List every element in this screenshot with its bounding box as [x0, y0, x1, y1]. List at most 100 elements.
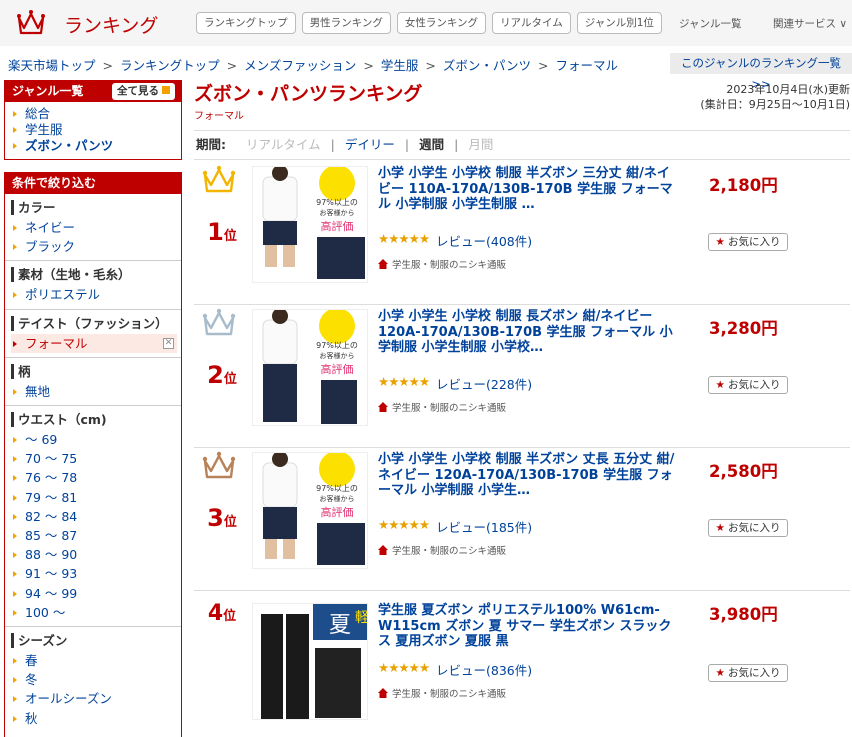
filter-item[interactable]: ブラック	[11, 237, 177, 256]
logo-text[interactable]: ランキング	[64, 11, 158, 38]
filter-item[interactable]: 冬	[11, 670, 177, 689]
product-title-link[interactable]: 小学 小学生 小学校 制服 半ズボン 丈長 五分丈 紺/ネイビー 120A-17…	[378, 452, 680, 499]
genre-item[interactable]: 総合	[13, 106, 175, 122]
favorite-button[interactable]: ★ お気に入り	[708, 664, 788, 682]
shop-link[interactable]: 学生服・制服のニシキ通販	[378, 686, 506, 700]
product-title-link[interactable]: 学生服 夏ズボン ポリエステル100% W61cm-W115cm ズボン 夏 サ…	[378, 603, 680, 650]
rank-number: 3位	[207, 504, 237, 532]
rating-stars: ★★★★★	[378, 374, 430, 389]
svg-text:97%以上の: 97%以上の	[316, 341, 358, 350]
nav-men-ranking[interactable]: 男性ランキング	[301, 12, 391, 34]
filter-item[interactable]: 76 ～ 78	[11, 468, 177, 487]
product-image[interactable]: 夏 軽	[252, 603, 368, 720]
filter-title: カラー	[11, 200, 177, 215]
nav-women-ranking[interactable]: 女性ランキング	[396, 12, 487, 34]
product-image[interactable]: 97%以上の お客様から 高評価	[252, 166, 368, 283]
genre-ranking-list-link[interactable]: このジャンルのランキング一覧 >>	[670, 53, 852, 91]
product-price: 2,580円	[709, 462, 778, 481]
rating-stars: ★★★★★	[378, 660, 430, 675]
ranking-item: 4位 夏 軽 学生服 夏ズボン ポリエステル100% W61cm-W115cm …	[194, 591, 850, 734]
breadcrumb-item[interactable]: ランキングトップ	[120, 58, 220, 73]
filter-item[interactable]: オールシーズン	[11, 689, 177, 708]
nav-genre-list[interactable]: ジャンル一覧	[679, 16, 741, 31]
filter-item[interactable]: 88 ～ 90	[11, 545, 177, 564]
shop-link[interactable]: 学生服・制服のニシキ通販	[378, 257, 506, 271]
filter-item[interactable]: 79 ～ 81	[11, 488, 177, 507]
svg-text:97%以上の: 97%以上の	[316, 484, 358, 493]
product-image[interactable]: 97%以上の お客様から 高評価	[252, 452, 368, 569]
svg-text:お客様から: お客様から	[320, 351, 355, 360]
filter-item[interactable]: 100 ～	[11, 603, 177, 622]
svg-text:97%以上の: 97%以上の	[316, 198, 358, 207]
review-link[interactable]: レビュー(836件)	[436, 660, 532, 679]
product-price: 2,180円	[709, 176, 778, 195]
rating-stars: ★★★★★	[378, 517, 430, 532]
filter-box-header: 条件で絞り込む	[5, 173, 181, 194]
updated-info: 2023年10月4日(水)更新 (集計日：9月25日～10月1日)	[700, 82, 850, 112]
rating-stars: ★★★★★	[378, 231, 430, 246]
breadcrumb-item[interactable]: フォーマル	[556, 58, 619, 73]
review-link[interactable]: レビュー(408件)	[436, 231, 532, 250]
genre-item-current[interactable]: ズボン・パンツ	[13, 138, 175, 154]
filter-item[interactable]: 94 ～ 99	[11, 584, 177, 603]
star-icon: ★	[715, 667, 725, 679]
favorite-button[interactable]: ★ お気に入り	[708, 233, 788, 251]
svg-text:高評価: 高評価	[321, 219, 354, 233]
rank-number: 4位	[207, 601, 237, 626]
shop-link[interactable]: 学生服・制服のニシキ通販	[378, 543, 506, 557]
filter-title: テイスト（ファッション）	[11, 315, 177, 331]
product-title-link[interactable]: 小学 小学生 小学校 制服 長ズボン 紺/ネイビー 120A-170A/130B…	[378, 309, 680, 356]
period-realtime[interactable]: リアルタイム	[246, 137, 321, 152]
filter-group-taste: テイスト（ファッション） フォーマル ✕	[5, 310, 181, 358]
breadcrumb-item[interactable]: ズボン・パンツ	[443, 58, 531, 73]
shop-link[interactable]: 学生服・制服のニシキ通販	[378, 400, 506, 414]
filter-title: 素材（生地・毛糸）	[11, 267, 177, 283]
filter-item[interactable]: 無地	[11, 382, 177, 401]
review-link[interactable]: レビュー(228件)	[436, 374, 532, 393]
filter-item[interactable]: 70 ～ 75	[11, 449, 177, 468]
breadcrumb-item[interactable]: メンズファッション	[244, 58, 356, 73]
favorite-button[interactable]: ★ お気に入り	[708, 376, 788, 394]
top-nav: ランキングトップ 男性ランキング 女性ランキング リアルタイム ジャンル別1位	[196, 12, 662, 34]
genre-box: ジャンル一覧 全て見る 総合 学生服 ズボン・パンツ	[4, 80, 182, 160]
svg-text:高評価: 高評価	[321, 505, 354, 519]
product-title-link[interactable]: 小学 小学生 小学校 制服 半ズボン 三分丈 紺/ネイビー 110A-170A/…	[378, 166, 680, 213]
svg-text:軽: 軽	[355, 610, 368, 626]
filter-item[interactable]: 82 ～ 84	[11, 507, 177, 526]
gold-crown-icon	[202, 165, 236, 193]
crown-logo-icon[interactable]	[16, 8, 46, 36]
filter-group-material: 素材（生地・毛糸） ポリエステル	[5, 261, 181, 310]
filter-item[interactable]: ポリエステル	[11, 285, 177, 304]
clear-filter-icon[interactable]: ✕	[163, 337, 174, 349]
breadcrumb: 楽天市場トップ > ランキングトップ > メンズファッション > 学生服 > ズボン・パンツ > フ…	[8, 58, 619, 73]
page-title: ズボン・パンツランキング	[194, 83, 423, 105]
genre-box-title: ジャンル一覧	[12, 84, 84, 98]
genre-item[interactable]: 学生服	[13, 122, 175, 138]
nav-realtime[interactable]: リアルタイム	[492, 12, 571, 34]
breadcrumb-item[interactable]: 学生服	[381, 58, 419, 73]
filter-item[interactable]: 春	[11, 651, 177, 670]
nav-genre-first[interactable]: ジャンル別1位	[576, 12, 662, 34]
nav-ranking-top[interactable]: ランキングトップ	[196, 12, 296, 34]
period-bar: 期間: リアルタイム | デイリー | 週間 | 月間	[194, 130, 850, 160]
nav-related-services[interactable]: 関連サービス ∨	[773, 16, 847, 31]
filter-item-selected[interactable]: フォーマル ✕	[11, 333, 177, 353]
svg-text:夏: 夏	[329, 613, 351, 638]
aggregation-period: (集計日：9月25日～10月1日)	[700, 98, 850, 111]
filter-title: 柄	[11, 363, 177, 379]
svg-text:高評価: 高評価	[321, 362, 354, 376]
filter-title: シーズン	[11, 633, 177, 649]
filter-item[interactable]: ネイビー	[11, 218, 177, 237]
breadcrumb-item[interactable]: 楽天市場トップ	[8, 58, 96, 73]
filter-item[interactable]: 85 ～ 87	[11, 526, 177, 545]
ranking-item: 2位 97%以上の お客様から 高評価 小学 小学生 小学校 制服 長ズボン 紺…	[194, 305, 850, 448]
filter-item[interactable]: 秋	[11, 709, 177, 728]
favorite-button[interactable]: ★ お気に入り	[708, 519, 788, 537]
review-link[interactable]: レビュー(185件)	[436, 517, 532, 536]
period-daily[interactable]: デイリー	[345, 137, 395, 152]
product-image[interactable]: 97%以上の お客様から 高評価	[252, 309, 368, 426]
filter-item[interactable]: 91 ～ 93	[11, 564, 177, 583]
see-all-button[interactable]: 全て見る	[112, 83, 175, 100]
filter-item[interactable]: ～ 69	[11, 430, 177, 449]
home-icon	[378, 259, 388, 269]
